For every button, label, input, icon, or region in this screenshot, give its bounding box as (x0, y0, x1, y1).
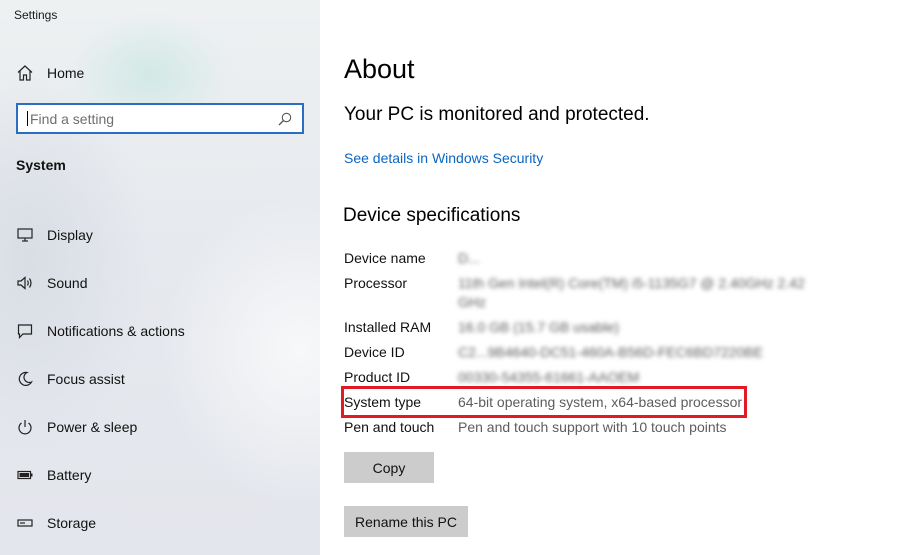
app-title: Settings (14, 8, 58, 22)
sidebar-item-label: Notifications & actions (47, 323, 185, 339)
search-input[interactable] (28, 105, 274, 132)
home-icon (14, 62, 36, 84)
spec-key: Installed RAM (344, 319, 432, 335)
spec-value: D... (458, 250, 480, 266)
spec-key: System type (344, 394, 422, 410)
focus-assist-icon (14, 368, 36, 390)
spec-row-product-id: Product ID 00330-54355-61661-AAOEM (344, 368, 904, 387)
copy-button[interactable]: Copy (344, 452, 434, 483)
sidebar-item-sound[interactable]: Sound (14, 259, 314, 307)
nav-home[interactable]: Home (14, 60, 304, 86)
sidebar-item-label: Power & sleep (47, 419, 138, 435)
spec-row-installed-ram: Installed RAM 16.0 GB (15.7 GB usable) (344, 318, 904, 337)
page-title: About (344, 54, 415, 84)
nav-list: Display Sound Notifications & actions Fo… (14, 211, 314, 547)
spec-key: Processor (344, 275, 408, 291)
notifications-icon (14, 320, 36, 342)
sidebar-item-notifications[interactable]: Notifications & actions (14, 307, 314, 355)
spec-key: Product ID (344, 369, 411, 385)
storage-icon (14, 512, 36, 534)
spec-row-processor: Processor 11th Gen Intel(R) Core(TM) i5-… (344, 274, 904, 312)
spec-value: Pen and touch support with 10 touch poin… (458, 419, 727, 435)
sidebar-item-label: Display (47, 227, 93, 243)
nav-home-label: Home (47, 65, 85, 81)
sidebar: Settings Home System Display Sound (0, 0, 320, 555)
search-box[interactable] (16, 103, 304, 134)
sidebar-item-label: Battery (47, 467, 92, 483)
spec-value: 64-bit operating system, x64-based proce… (458, 394, 743, 410)
device-specifications-heading: Device specifications (343, 205, 521, 226)
sound-icon (14, 272, 36, 294)
device-specifications-list: Device name D... Processor 11th Gen Inte… (344, 249, 904, 443)
sidebar-item-battery[interactable]: Battery (14, 451, 314, 499)
sidebar-item-focus-assist[interactable]: Focus assist (14, 355, 314, 403)
windows-security-link[interactable]: See details in Windows Security (344, 150, 543, 166)
sidebar-item-label: Sound (47, 275, 88, 291)
spec-row-device-id: Device ID C2...9B4640-DC51-460A-B56D-FEC… (344, 343, 904, 362)
rename-pc-button[interactable]: Rename this PC (344, 506, 468, 537)
spec-row-pen-touch: Pen and touch Pen and touch support with… (344, 418, 904, 437)
main-content: About Your PC is monitored and protected… (320, 0, 917, 555)
display-icon (14, 224, 36, 246)
spec-value: 16.0 GB (15.7 GB usable) (458, 319, 620, 335)
spec-key: Pen and touch (344, 419, 435, 435)
spec-row-system-type: System type 64-bit operating system, x64… (344, 393, 904, 412)
protection-status-heading: Your PC is monitored and protected. (344, 104, 650, 125)
power-icon (14, 416, 36, 438)
spec-value: 11th Gen Intel(R) Core(TM) i5-1135G7 @ 2… (458, 275, 805, 310)
section-label-system: System (16, 157, 66, 173)
sidebar-item-power-sleep[interactable]: Power & sleep (14, 403, 314, 451)
spec-value: C2...9B4640-DC51-460A-B56D-FEC6BD7220BE (458, 344, 764, 360)
sidebar-item-display[interactable]: Display (14, 211, 314, 259)
spec-row-device-name: Device name D... (344, 249, 904, 268)
sidebar-item-label: Storage (47, 515, 97, 531)
sidebar-item-label: Focus assist (47, 371, 125, 387)
spec-value: 00330-54355-61661-AAOEM (458, 369, 640, 385)
sidebar-item-storage[interactable]: Storage (14, 499, 314, 547)
spec-key: Device ID (344, 344, 405, 360)
spec-key: Device name (344, 250, 426, 266)
battery-icon (14, 464, 36, 486)
search-icon[interactable] (274, 108, 296, 130)
